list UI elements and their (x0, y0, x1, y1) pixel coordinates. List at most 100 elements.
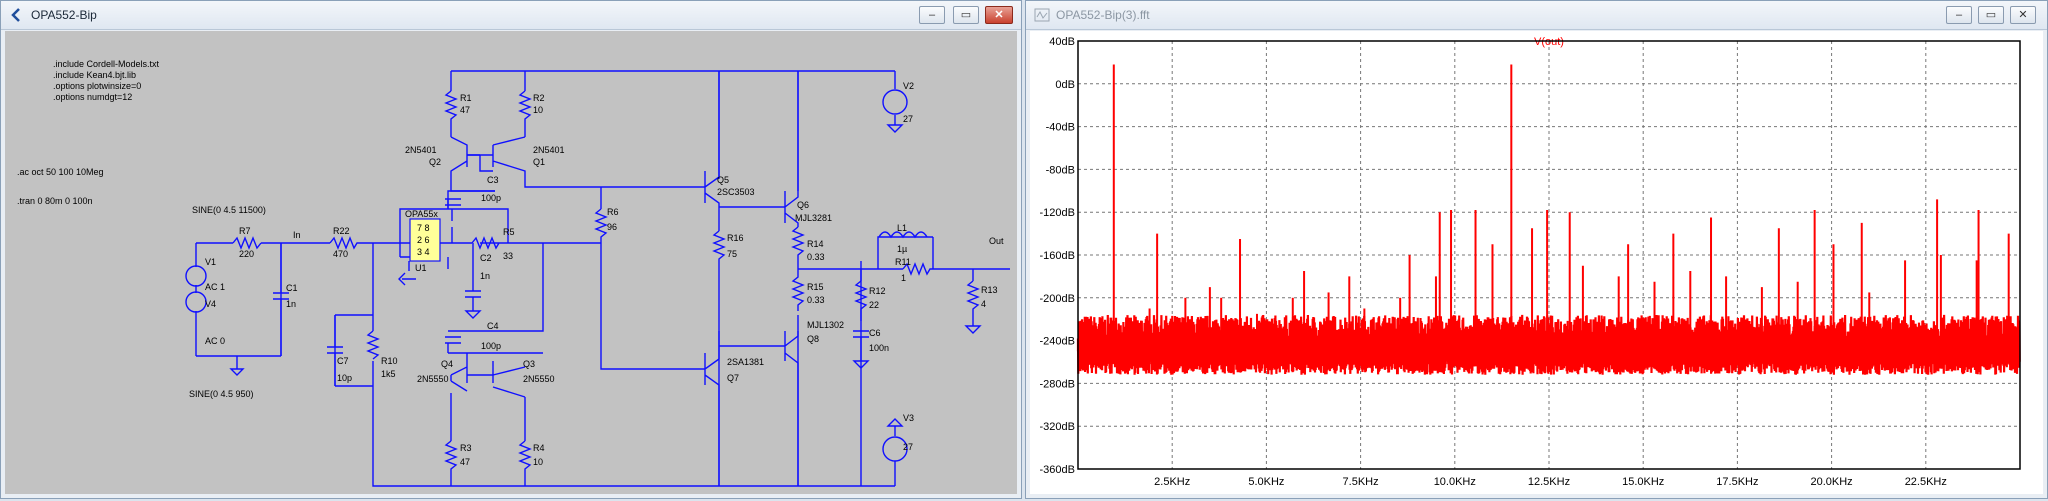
svg-text:R13: R13 (981, 285, 998, 295)
schematic-window-title: OPA552-Bip (31, 8, 97, 22)
svg-text:100n: 100n (869, 343, 889, 353)
schematic-titlebar[interactable]: OPA552-Bip – ▭ ✕ (1, 1, 1021, 30)
svg-text:33: 33 (503, 251, 513, 261)
svg-text:C7: C7 (337, 356, 349, 366)
close-button[interactable]: ✕ (985, 6, 1013, 24)
svg-text:V4: V4 (205, 299, 216, 309)
svg-text:V1: V1 (205, 257, 216, 267)
svg-text:R14: R14 (807, 239, 824, 249)
svg-text:R16: R16 (727, 233, 744, 243)
svg-text:7 8: 7 8 (417, 223, 430, 233)
svg-text:U1: U1 (415, 263, 427, 273)
svg-text:1: 1 (901, 273, 906, 283)
y-tick-label: 40dB (1049, 36, 1075, 48)
svg-text:10: 10 (533, 457, 543, 467)
directive-2: .include Kean4.bjt.lib (53, 70, 136, 80)
directive-1: .include Cordell-Models.txt (53, 59, 160, 69)
x-tick-label: 22.5KHz (1905, 476, 1947, 488)
y-tick-label: 0dB (1055, 79, 1075, 91)
noise-floor-band (1078, 340, 2020, 365)
x-tick-label: 2.5KHz (1154, 476, 1190, 488)
svg-text:10p: 10p (337, 373, 352, 383)
fft-window: OPA552-Bip(3).fft – ▭ ✕ V(out) 40dB 0dB -4… (1025, 0, 2048, 499)
svg-text:Q1: Q1 (533, 157, 545, 167)
svg-text:4: 4 (981, 299, 986, 309)
svg-text:C4: C4 (487, 321, 499, 331)
fft-minimize-button[interactable]: – (1946, 6, 1972, 24)
svg-text:96: 96 (607, 222, 617, 232)
svg-text:1n: 1n (286, 299, 296, 309)
fft-close-button[interactable]: ✕ (2010, 6, 2036, 24)
y-tick-label: -120dB (1040, 207, 1075, 219)
y-tick-label: -160dB (1040, 250, 1075, 262)
y-tick-label: -360dB (1040, 464, 1075, 476)
schematic-canvas[interactable]: 7 8 2 6 3 4 .include Cordell-Models.txt … (5, 31, 1017, 494)
x-tick-label: 12.5KHz (1528, 476, 1570, 488)
svg-text:V3: V3 (903, 413, 914, 423)
svg-text:R7: R7 (239, 226, 251, 236)
opamp-u1[interactable]: 7 8 2 6 3 4 (409, 218, 441, 262)
ac-directive: .ac oct 50 100 10Meg (17, 167, 104, 177)
y-tick-label: -280dB (1040, 378, 1075, 390)
x-tick-label: 20.0KHz (1810, 476, 1852, 488)
svg-text:C6: C6 (869, 328, 881, 338)
svg-text:Q3: Q3 (523, 359, 535, 369)
svg-text:C2: C2 (480, 253, 492, 263)
restore-button[interactable]: ▭ (953, 6, 979, 24)
svg-text:3 4: 3 4 (417, 247, 430, 257)
y-tick-label: -200dB (1040, 293, 1075, 305)
svg-text:OPA55x: OPA55x (405, 209, 438, 219)
svg-text:SINE(0 4.5 11500): SINE(0 4.5 11500) (192, 205, 266, 215)
svg-text:2SA1381: 2SA1381 (727, 357, 764, 367)
svg-text:1µ: 1µ (897, 244, 907, 254)
directive-4: .options numdgt=12 (53, 92, 132, 102)
svg-text:47: 47 (460, 105, 470, 115)
net-out-label: Out (989, 236, 1004, 246)
y-tick-label: -320dB (1040, 421, 1075, 433)
minimize-button[interactable]: – (919, 6, 945, 24)
svg-text:MJL3281: MJL3281 (795, 213, 832, 223)
x-tick-label: 15.0KHz (1622, 476, 1664, 488)
x-tick-label: 17.5KHz (1716, 476, 1758, 488)
svg-text:2 6: 2 6 (417, 235, 430, 245)
x-tick-label: 10.0KHz (1434, 476, 1476, 488)
svg-text:27: 27 (903, 114, 913, 124)
svg-text:R3: R3 (460, 443, 472, 453)
directive-3: .options plotwinsize=0 (53, 81, 141, 91)
fft-titlebar[interactable]: OPA552-Bip(3).fft – ▭ ✕ (1026, 1, 2047, 30)
svg-text:C3: C3 (487, 175, 499, 185)
svg-text:100p: 100p (481, 193, 501, 203)
y-tick-label: -40dB (1046, 122, 1075, 134)
svg-text:47: 47 (460, 457, 470, 467)
svg-text:Q5: Q5 (717, 175, 729, 185)
svg-text:Q2: Q2 (429, 157, 441, 167)
svg-text:22: 22 (869, 300, 879, 310)
fft-plot-pane[interactable]: V(out) 40dB 0dB -40dB -80dB -120dB -160dB -200… (1030, 31, 2043, 494)
schematic-window: OPA552-Bip – ▭ ✕ 7 8 2 6 3 4 .include Co… (0, 0, 1022, 499)
svg-text:100p: 100p (481, 341, 501, 351)
svg-text:AC 0: AC 0 (205, 336, 225, 346)
svg-text:MJL1302: MJL1302 (807, 320, 844, 330)
svg-text:R22: R22 (333, 226, 350, 236)
svg-text:C1: C1 (286, 283, 298, 293)
svg-text:0.33: 0.33 (807, 252, 825, 262)
fft-chart[interactable]: V(out) 40dB0dB-40dB-80dB-120dB-160dB-200… (1030, 31, 2045, 496)
svg-text:Q4: Q4 (441, 359, 453, 369)
svg-text:Q8: Q8 (807, 334, 819, 344)
svg-text:2N5550: 2N5550 (417, 374, 449, 384)
svg-text:R15: R15 (807, 282, 824, 292)
svg-text:2N5401: 2N5401 (405, 145, 437, 155)
svg-text:0.33: 0.33 (807, 295, 825, 305)
net-in-label: In (293, 230, 301, 240)
svg-text:R5: R5 (503, 227, 515, 237)
ltspice-schematic-icon (11, 8, 20, 22)
svg-text:Q6: Q6 (797, 200, 809, 210)
schematic-labels: .include Cordell-Models.txt .include Kea… (17, 59, 1004, 467)
waveform-icon (1034, 8, 1050, 22)
svg-text:2N5401: 2N5401 (533, 145, 565, 155)
fft-restore-button[interactable]: ▭ (1978, 6, 2004, 24)
svg-text:AC 1: AC 1 (205, 282, 225, 292)
schematic-wires (195, 70, 1010, 487)
svg-text:2N5550: 2N5550 (523, 374, 555, 384)
svg-text:R4: R4 (533, 443, 545, 453)
